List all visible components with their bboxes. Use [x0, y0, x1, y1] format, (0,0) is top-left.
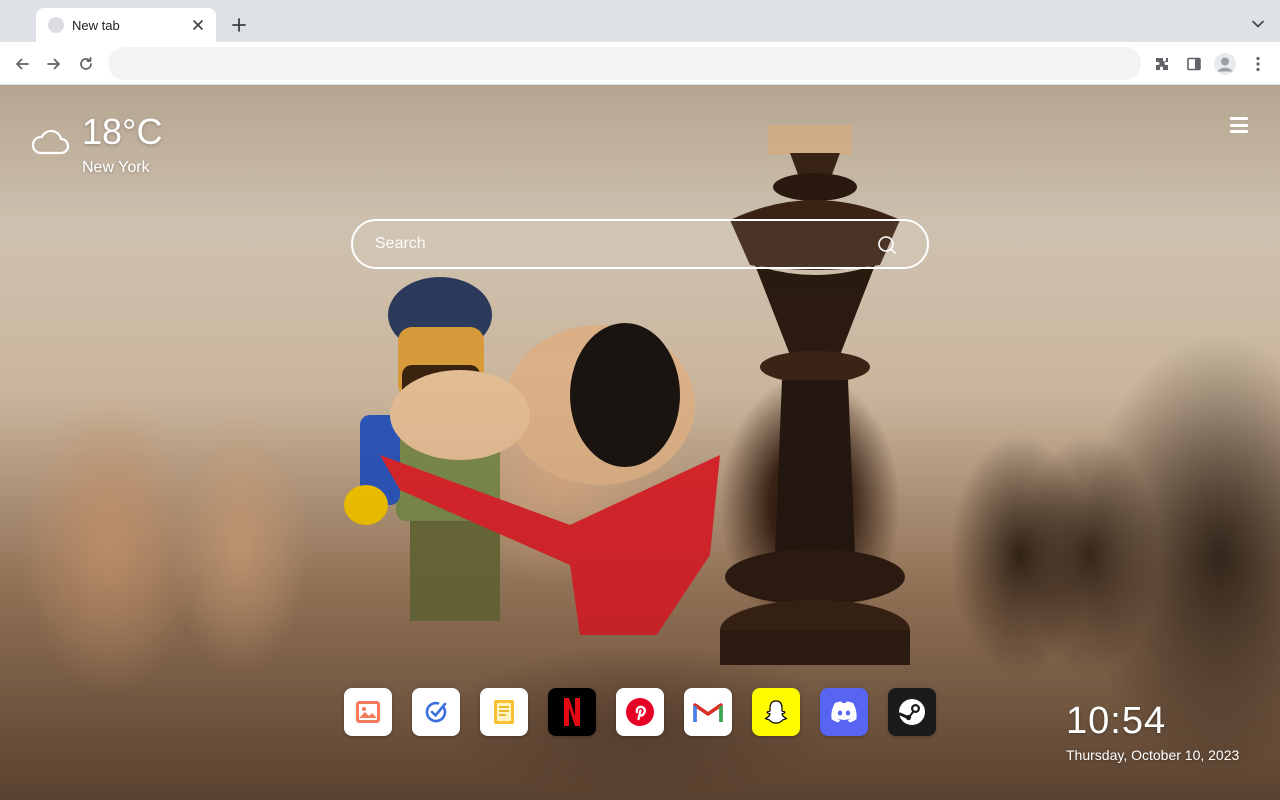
search-box[interactable] [351, 219, 929, 269]
clock-widget: 10:54 Thursday, October 10, 2023 [1066, 700, 1266, 763]
menu-icon[interactable] [1228, 115, 1250, 135]
weather-widget[interactable]: 18°C New York [30, 111, 230, 181]
side-panel-icon[interactable] [1182, 52, 1206, 76]
photos-app-icon[interactable] [344, 688, 392, 736]
tab-search-chevron-icon[interactable] [1248, 14, 1268, 34]
steam-app-icon[interactable] [888, 688, 936, 736]
weather-temperature: 18°C [82, 111, 163, 152]
gmail-app-icon[interactable] [684, 688, 732, 736]
discord-app-icon[interactable] [820, 688, 868, 736]
tab-new-tab[interactable]: New tab [36, 8, 216, 42]
weather-city: New York [82, 159, 150, 176]
forward-icon[interactable] [42, 52, 66, 76]
clock-time: 10:54 [1066, 700, 1167, 742]
snapchat-app-icon[interactable] [752, 688, 800, 736]
clock-date: Thursday, October 10, 2023 [1066, 747, 1240, 763]
tab-close-icon[interactable] [190, 17, 206, 33]
tasks-app-icon[interactable] [412, 688, 460, 736]
new-tab-button[interactable] [228, 14, 250, 36]
netflix-app-icon[interactable] [548, 688, 596, 736]
reload-icon[interactable] [74, 52, 98, 76]
pinterest-app-icon[interactable] [616, 688, 664, 736]
app-shortcuts-dock [344, 688, 936, 736]
search-icon[interactable] [877, 235, 897, 255]
back-icon[interactable] [10, 52, 34, 76]
search-input[interactable] [375, 221, 865, 267]
more-icon[interactable] [1246, 52, 1270, 76]
tab-strip: New tab [0, 0, 1280, 42]
profile-icon[interactable] [1213, 52, 1237, 76]
tab-favicon-icon [48, 17, 64, 33]
new-tab-page: 18°C New York Search 10:54 Thursday, Oct… [0, 85, 1280, 800]
extensions-icon[interactable] [1150, 52, 1174, 76]
address-bar[interactable] [108, 47, 1141, 80]
tab-title: New tab [72, 17, 120, 33]
notes-app-icon[interactable] [480, 688, 528, 736]
cloud-icon [31, 129, 70, 155]
browser-toolbar [0, 42, 1280, 85]
